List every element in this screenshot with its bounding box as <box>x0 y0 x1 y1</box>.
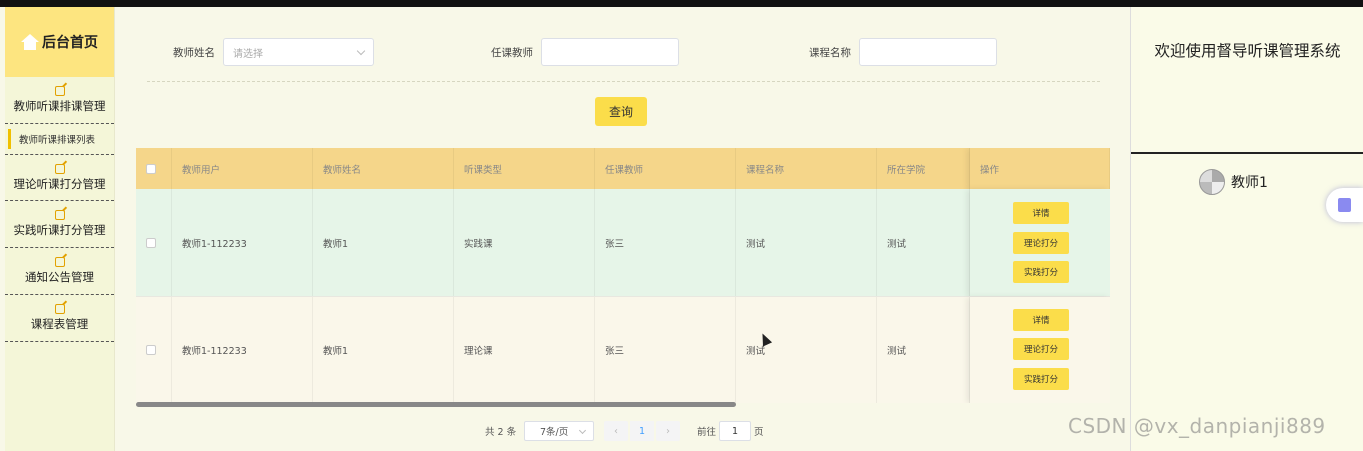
submenu-lesson-schedule-list[interactable]: 教师听课排课列表 <box>5 124 114 154</box>
lecturer-filter: 任课教师 <box>491 38 679 66</box>
course-filter: 课程名称 <box>809 38 997 66</box>
cell-user: 教师1-112233 <box>172 189 313 296</box>
course-label: 课程名称 <box>809 46 851 59</box>
goto-page-input[interactable]: 1 <box>719 421 751 441</box>
cell-college: 测试 <box>877 189 970 296</box>
edit-icon <box>54 163 65 174</box>
teacher-name-filter: 教师姓名 请选择 <box>173 38 374 66</box>
column-header[interactable]: 教师姓名 <box>313 148 454 189</box>
row-actions: 详情 理论打分 实践打分 <box>970 297 1110 403</box>
cell-type: 理论课 <box>454 297 595 403</box>
detail-button[interactable]: 详情 <box>1013 309 1069 331</box>
cell-type: 实践课 <box>454 189 595 296</box>
edit-icon <box>54 86 65 96</box>
cell-course: 测试 <box>736 297 877 403</box>
sidebar-item-label: 实践听课打分管理 <box>13 223 106 237</box>
username: 教师1 <box>1231 175 1268 191</box>
row-actions: 详情 理论打分 实践打分 <box>970 189 1110 296</box>
practice-score-button[interactable]: 实践打分 <box>1013 261 1069 283</box>
column-header[interactable]: 听课类型 <box>454 148 595 189</box>
cell-lecturer: 张三 <box>595 297 736 403</box>
query-button[interactable]: 查询 <box>595 97 647 126</box>
cell-lecturer: 张三 <box>595 189 736 296</box>
sidebar-item-lesson-schedule[interactable]: 教师听课排课管理 <box>5 77 114 124</box>
sidebar-item-label: 课程表管理 <box>30 317 89 331</box>
teacher-name-select[interactable]: 请选择 <box>223 38 374 66</box>
goto-label: 前往 <box>697 427 717 438</box>
teacher-name-label: 教师姓名 <box>173 46 215 59</box>
column-header[interactable]: 课程名称 <box>736 148 877 189</box>
divider <box>1131 152 1363 154</box>
sidebar-item-timetable[interactable]: 课程表管理 <box>5 295 114 342</box>
column-header: 操作 <box>970 148 1110 189</box>
home-icon <box>21 34 39 50</box>
welcome-text: 欢迎使用督导听课管理系统 <box>1154 42 1341 60</box>
teacher-name-placeholder: 请选择 <box>233 48 263 60</box>
row-checkbox[interactable] <box>146 345 156 355</box>
row-checkbox[interactable] <box>146 237 156 248</box>
page-size-value: 7条/页 <box>540 427 569 438</box>
cell-name: 教师1 <box>313 189 454 296</box>
sidebar-item-label: 理论听课打分管理 <box>13 176 106 191</box>
cell-college: 测试 <box>877 297 970 403</box>
sidebar-item-theory-scoring[interactable]: 理论听课打分管理 <box>5 154 114 201</box>
user-info[interactable]: 教师1 <box>1199 169 1268 195</box>
theory-score-button[interactable]: 理论打分 <box>1013 338 1069 360</box>
avatar <box>1199 169 1225 195</box>
select-all-checkbox[interactable] <box>146 163 156 174</box>
sidebar-item-practice-scoring[interactable]: 实践听课打分管理 <box>5 201 114 248</box>
edit-icon <box>54 257 65 267</box>
divider <box>147 81 1100 82</box>
detail-button[interactable]: 详情 <box>1013 202 1069 224</box>
chevron-down-icon <box>356 46 366 56</box>
window-top-bar <box>0 0 1363 7</box>
document-icon <box>1338 198 1351 212</box>
edit-icon <box>54 210 65 220</box>
edit-icon <box>54 304 65 314</box>
sidebar-item-notices[interactable]: 通知公告管理 <box>5 248 114 295</box>
data-table: 教师用户 教师姓名 听课类型 任课教师 课程名称 所在学院 操作 教师1-112… <box>136 148 1110 403</box>
watermark: CSDN @vx_danpianji889 <box>1068 414 1326 438</box>
cell-user: 教师1-112233 <box>172 297 313 403</box>
pagination-total: 共 2 条 <box>485 427 517 438</box>
cell-name: 教师1 <box>313 297 454 403</box>
sidebar-home-link[interactable]: 后台首页 <box>5 7 114 77</box>
chevron-down-icon <box>578 426 587 435</box>
table-header: 教师用户 教师姓名 听课类型 任课教师 课程名称 所在学院 操作 <box>136 148 1110 189</box>
row-select-cell <box>136 297 172 403</box>
header-select-cell <box>136 148 172 189</box>
sidebar-item-label: 教师听课排课管理 <box>13 99 106 113</box>
table-row: 教师1-112233 教师1 理论课 张三 测试 测试 详情 理论打分 实践打分 <box>136 296 1110 403</box>
row-select-cell <box>136 189 172 296</box>
right-panel: 欢迎使用督导听课管理系统 教师1 <box>1130 7 1363 451</box>
horizontal-scrollbar[interactable] <box>136 402 736 407</box>
column-header[interactable]: 教师用户 <box>172 148 313 189</box>
theory-score-button[interactable]: 理论打分 <box>1013 232 1069 254</box>
page-number-current[interactable]: 1 <box>630 421 654 441</box>
lecturer-input[interactable] <box>541 38 679 66</box>
course-input[interactable] <box>859 38 997 66</box>
page-size-select[interactable]: 7条/页 <box>524 421 594 441</box>
prev-page-button[interactable]: ‹ <box>604 421 628 441</box>
page-suffix: 页 <box>754 427 764 438</box>
column-header[interactable]: 任课教师 <box>595 148 736 189</box>
next-page-button[interactable]: › <box>656 421 680 441</box>
lecturer-label: 任课教师 <box>491 46 533 59</box>
sidebar-title: 后台首页 <box>42 35 98 51</box>
sidebar: 后台首页 教师听课排课管理 教师听课排课列表 理论听课打分管理 实践听课打分管理… <box>5 7 115 451</box>
table-row: 教师1-112233 教师1 实践课 张三 测试 测试 详情 理论打分 实践打分 <box>136 189 1110 296</box>
floating-tool-button[interactable] <box>1326 188 1363 222</box>
practice-score-button[interactable]: 实践打分 <box>1013 368 1069 390</box>
cell-course: 测试 <box>736 189 877 296</box>
sidebar-item-label: 通知公告管理 <box>25 270 94 284</box>
column-header[interactable]: 所在学院 <box>877 148 970 189</box>
